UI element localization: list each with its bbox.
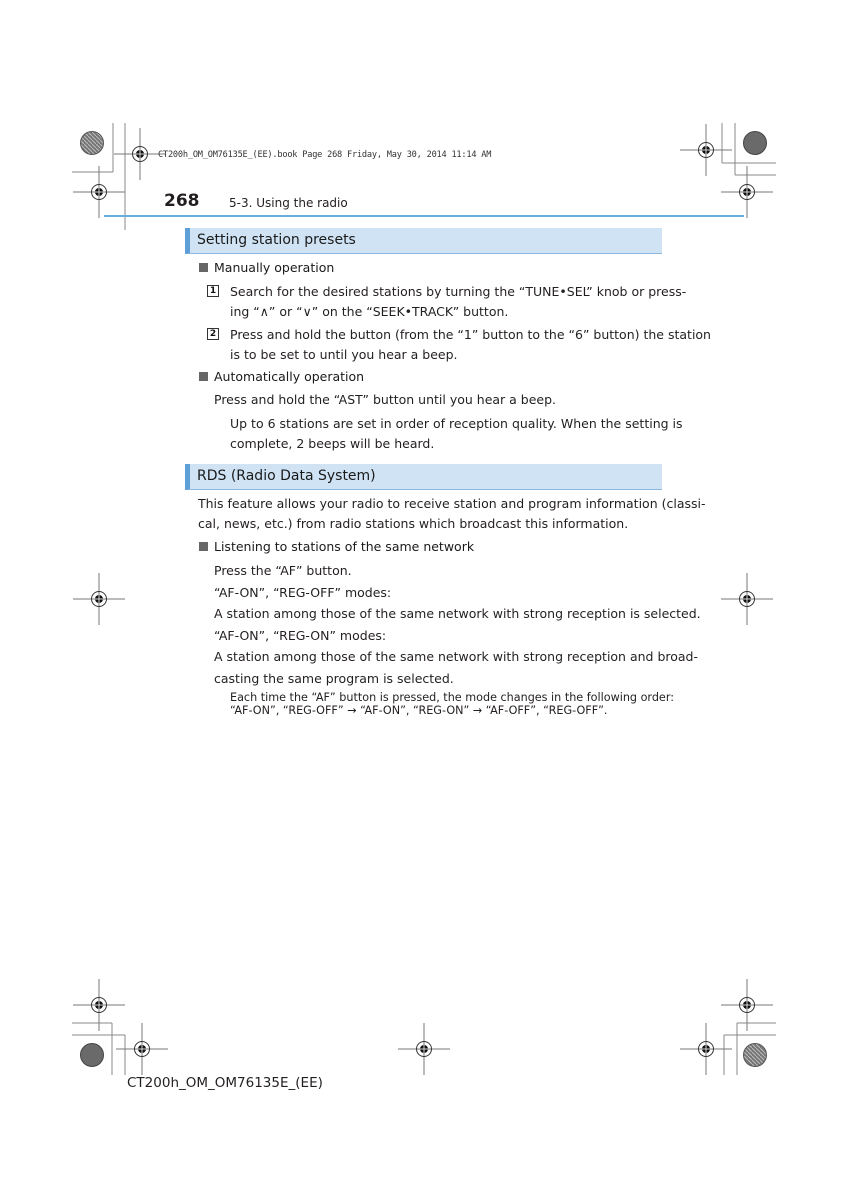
page-number: 268	[164, 191, 200, 211]
subheading-automatic: Automatically operation	[214, 369, 365, 384]
text-line: cal, news, etc.) from radio stations whi…	[198, 515, 629, 531]
text-line: Press the “AF” button.	[214, 563, 352, 578]
text-line: A station among those of the same networ…	[214, 606, 701, 621]
square-bullet-icon	[199, 263, 208, 272]
same-network-text: Press the “AF” button. “AF-ON”, “REG-OFF…	[214, 560, 701, 689]
text-line: casting the same program is selected.	[214, 670, 454, 686]
square-bullet-icon	[199, 542, 208, 551]
text-line: Press and hold the button (from the “1” …	[230, 327, 711, 342]
starburst-mark	[80, 131, 104, 155]
rds-intro: This feature allows your radio to receiv…	[198, 494, 705, 533]
text-line: A station among those of the same networ…	[214, 649, 698, 664]
text-line: “AF-ON”, “REG-OFF” modes:	[214, 584, 392, 600]
af-mode-note: Each time the “AF” button is pressed, th…	[230, 691, 674, 717]
text-line: Search for the desired stations by turni…	[230, 284, 687, 299]
automatic-text: Press and hold the “AST” button until yo…	[214, 392, 557, 407]
print-slug: CT200h_OM_OM76135E_(EE).book Page 268 Fr…	[158, 150, 492, 160]
heading-setting-station-presets: Setting station presets	[185, 228, 662, 254]
header-rule	[104, 215, 744, 217]
heading-text: Setting station presets	[197, 232, 356, 248]
footer-doc-code: CT200h_OM_OM76135E_(EE)	[127, 1075, 323, 1091]
step-1-text: Search for the desired stations by turni…	[230, 282, 686, 321]
text-line: Up to 6 stations are set in order of rec…	[230, 416, 683, 431]
text-line: This feature allows your radio to receiv…	[198, 496, 706, 511]
section-title: 5-3. Using the radio	[229, 196, 348, 210]
subheading-manual: Manually operation	[214, 260, 335, 275]
heading-rds: RDS (Radio Data System)	[185, 464, 662, 490]
text-line: ing “∧” or “∨” on the “SEEK•TRACK” butto…	[230, 303, 509, 319]
step-2-text: Press and hold the button (from the “1” …	[230, 325, 711, 364]
square-bullet-icon	[199, 372, 208, 381]
text-line: “AF-ON”, “REG-ON” modes:	[214, 627, 387, 643]
step-number-1: 1	[207, 285, 219, 297]
text-line: is to be set to until you hear a beep.	[230, 346, 458, 362]
heading-text: RDS (Radio Data System)	[197, 468, 376, 484]
text-line: Each time the “AF” button is pressed, th…	[230, 691, 674, 704]
step-number-2: 2	[207, 328, 219, 340]
text-line: complete, 2 beeps will be heard.	[230, 435, 435, 451]
subheading-same-network: Listening to stations of the same networ…	[214, 539, 475, 554]
automatic-detail: Up to 6 stations are set in order of rec…	[230, 414, 683, 453]
text-line: “AF-ON”, “REG-OFF” → “AF-ON”, “REG-ON” →…	[230, 703, 608, 717]
